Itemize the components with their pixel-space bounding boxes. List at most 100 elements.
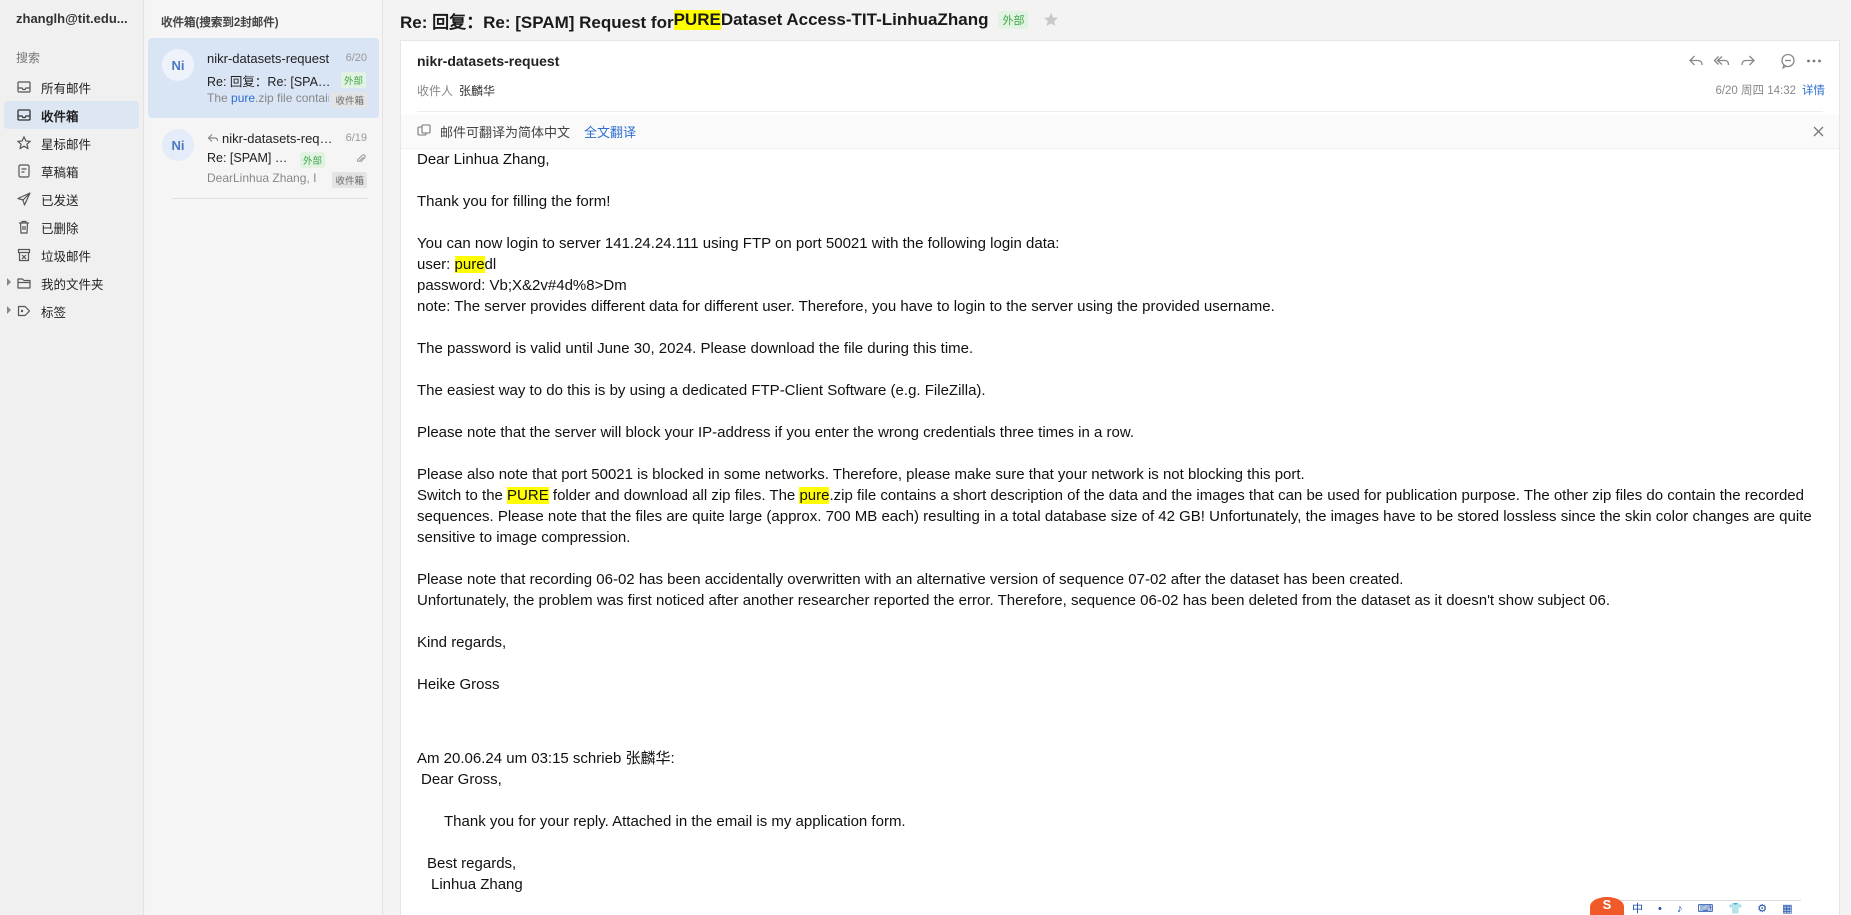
recipient-line: 收件人 张麟华 bbox=[417, 84, 496, 98]
ime-toolbar[interactable]: S 中 • ♪ ⌨ 👕 ⚙ ▦ bbox=[1590, 897, 1801, 915]
expand-caret-icon[interactable] bbox=[7, 278, 11, 286]
sidebar-item-label: 所有邮件 bbox=[41, 81, 92, 96]
quote-header: Am 20.06.24 um 03:15 schrieb 张麟华: bbox=[417, 750, 675, 767]
all-mail-icon bbox=[16, 79, 32, 95]
close-icon[interactable] bbox=[1812, 125, 1825, 138]
translate-hint: 邮件可翻译为简体中文 bbox=[440, 125, 571, 140]
translate-all-link[interactable]: 全文翻译 bbox=[584, 122, 636, 141]
quote-thanks: Thank you for your reply. Attached in th… bbox=[444, 813, 906, 830]
reading-pane: Re: 回复：Re: [SPAM] Request for PURE Datas… bbox=[384, 0, 1851, 915]
sidebar-item-label: 标签 bbox=[41, 305, 67, 320]
avatar: Ni bbox=[162, 49, 194, 81]
search-link[interactable]: 搜索 bbox=[0, 26, 143, 66]
translate-icon bbox=[417, 124, 431, 136]
sidebar-item-label: 已删除 bbox=[41, 221, 79, 236]
body-thanks: Thank you for filling the form! bbox=[417, 193, 611, 210]
mail-sender: nikr-datasets-request bbox=[207, 51, 330, 66]
tag-icon bbox=[16, 303, 32, 319]
replied-icon bbox=[207, 134, 219, 142]
mail-subject: Re: [SPAM] Request for PURE Dataset bbox=[207, 151, 295, 165]
inbox-icon bbox=[16, 107, 32, 123]
sidebar-item-my-folders[interactable]: 我的文件夹 bbox=[4, 269, 139, 297]
sidebar-item-deleted[interactable]: 已删除 bbox=[4, 213, 139, 241]
body-problem: Unfortunately, the problem was first not… bbox=[417, 592, 1610, 609]
body-switch: Switch to the PURE folder and download a… bbox=[417, 487, 1812, 546]
sidebar-item-label: 我的文件夹 bbox=[41, 277, 104, 292]
mail-list-panel: 收件箱(搜索到2封邮件) Ni nikr-datasets-request 6/… bbox=[145, 0, 383, 915]
avatar: Ni bbox=[162, 129, 194, 161]
mail-date: 6/19 bbox=[345, 132, 367, 144]
body-greeting: Dear Linhua Zhang, bbox=[417, 151, 550, 168]
body-password: password: Vb;X&2v#4d%8>Dm bbox=[417, 277, 627, 294]
body-port: Please also note that port 50021 is bloc… bbox=[417, 466, 1305, 483]
ime-logo[interactable]: S bbox=[1590, 897, 1624, 915]
mail-preview: DearLinhua Zhang, I bbox=[207, 171, 317, 185]
ime-tools[interactable]: 中 • ♪ ⌨ 👕 ⚙ ▦ bbox=[1632, 900, 1799, 915]
external-tag: 外部 bbox=[341, 72, 367, 88]
list-item[interactable]: Ni nikr-datasets-request 6/20 Re: 回复：Re:… bbox=[148, 38, 379, 118]
body-regards: Kind regards, bbox=[417, 634, 507, 651]
mail-meta: 6/20 周四 14:32 详情 bbox=[1715, 82, 1825, 98]
quote-regards: Best regards, bbox=[427, 855, 517, 872]
star-icon[interactable] bbox=[1042, 11, 1060, 29]
comment-icon[interactable] bbox=[1779, 52, 1797, 70]
draft-icon bbox=[16, 163, 32, 179]
more-icon[interactable] bbox=[1805, 52, 1823, 70]
sender-name[interactable]: nikr-datasets-request bbox=[417, 53, 559, 69]
body-recording: Please note that recording 06-02 has bee… bbox=[417, 571, 1404, 588]
trash-icon bbox=[16, 219, 32, 235]
sidebar-item-label: 收件箱 bbox=[41, 109, 79, 124]
external-tag: 外部 bbox=[300, 152, 326, 168]
folder-icon bbox=[16, 275, 32, 291]
sidebar-item-sent[interactable]: 已发送 bbox=[4, 185, 139, 213]
sidebar-item-tags[interactable]: 标签 bbox=[4, 297, 139, 325]
sidebar-item-inbox[interactable]: 收件箱 bbox=[4, 101, 139, 129]
sidebar-item-drafts[interactable]: 草稿箱 bbox=[4, 157, 139, 185]
sidebar-item-label: 垃圾邮件 bbox=[41, 249, 92, 264]
attachment-icon bbox=[356, 154, 366, 163]
mail-actions bbox=[1679, 52, 1823, 70]
body-user: user: puredl bbox=[417, 256, 497, 273]
quote-name: Linhua Zhang bbox=[431, 876, 523, 893]
sidebar-item-label: 草稿箱 bbox=[41, 165, 79, 180]
translate-bar: 邮件可翻译为简体中文 全文翻译 bbox=[401, 115, 1839, 149]
sidebar-item-label: 已发送 bbox=[41, 193, 79, 208]
mail-sender: nikr-datasets-request bbox=[222, 131, 338, 146]
list-divider bbox=[172, 198, 368, 199]
quote-greeting: Dear Gross, bbox=[421, 771, 502, 788]
body-login: You can now login to server 141.24.24.11… bbox=[417, 235, 1060, 252]
recipient-name: 张麟华 bbox=[459, 84, 496, 98]
send-icon bbox=[16, 191, 32, 207]
folder-tag: 收件箱 bbox=[332, 92, 367, 108]
mail-datetime: 6/20 周四 14:32 bbox=[1715, 85, 1796, 97]
mail-subject: Re: 回复：Re: [SPAM] Request for PURE Datas… bbox=[207, 75, 335, 89]
body-valid: The password is valid until June 30, 202… bbox=[417, 340, 974, 357]
reply-all-icon[interactable] bbox=[1713, 52, 1731, 70]
header-divider bbox=[417, 111, 1823, 112]
body-block: Please note that the server will block y… bbox=[417, 424, 1135, 441]
folder-tag: 收件箱 bbox=[332, 172, 367, 188]
sidebar-item-all-mail[interactable]: 所有邮件 bbox=[4, 73, 139, 101]
reply-icon[interactable] bbox=[1687, 52, 1705, 70]
account-name[interactable]: zhanglh@tit.edu... bbox=[0, 0, 140, 26]
mail-body: Dear Linhua Zhang, Thank you for filling… bbox=[417, 149, 1827, 895]
list-header: 收件箱(搜索到2封邮件) bbox=[161, 17, 279, 29]
mail-subject-title: Re: 回复：Re: [SPAM] Request for PURE Datas… bbox=[384, 0, 1851, 40]
folder-list: 所有邮件 收件箱 星标邮件 草稿箱 已发送 已删除 垃圾邮件 我的文件夹 标签 bbox=[0, 73, 143, 325]
external-tag: 外部 bbox=[998, 11, 1029, 29]
mail-card: nikr-datasets-request 收件人 张麟华 6/20 周四 14:… bbox=[400, 40, 1840, 915]
body-note: note: The server provides different data… bbox=[417, 298, 1275, 315]
list-item[interactable]: Ni nikr-datasets-request 6/19 Re: [SPAM]… bbox=[148, 118, 379, 198]
sidebar-item-starred[interactable]: 星标邮件 bbox=[4, 129, 139, 157]
body-signature: Heike Gross bbox=[417, 676, 500, 693]
forward-icon[interactable] bbox=[1739, 52, 1757, 70]
expand-caret-icon[interactable] bbox=[7, 306, 11, 314]
sidebar-item-label: 星标邮件 bbox=[41, 137, 92, 152]
spam-icon bbox=[16, 247, 32, 263]
star-icon bbox=[16, 135, 32, 151]
mail-preview: The pure.zip file contains bbox=[207, 91, 329, 105]
sidebar-item-spam[interactable]: 垃圾邮件 bbox=[4, 241, 139, 269]
body-easiest: The easiest way to do this is by using a… bbox=[417, 382, 986, 399]
folder-sidebar: zhanglh@tit.edu... 搜索 所有邮件 收件箱 星标邮件 草稿箱 … bbox=[0, 0, 144, 915]
details-link[interactable]: 详情 bbox=[1802, 85, 1825, 97]
